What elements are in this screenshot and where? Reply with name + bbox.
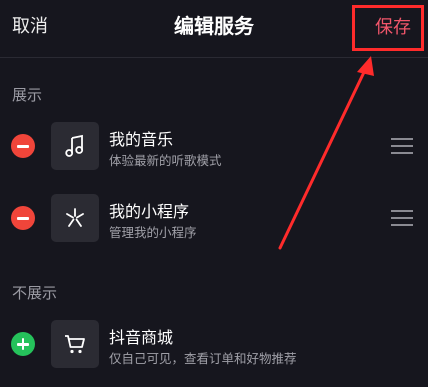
section-label-hidden: 不展示 [12,284,58,302]
item-subtitle: 体验最新的听歌模式 [109,153,222,168]
drag-handle-icon[interactable] [391,210,413,226]
shopping-cart-icon [51,320,99,368]
item-title: 抖音商城 [109,328,174,347]
page-title: 编辑服务 [174,14,254,38]
list-item-my-music: 我的音乐 体验最新的听歌模式 [0,116,428,176]
item-subtitle: 仅自己可见，查看订单和好物推荐 [109,351,297,366]
section-label-shown: 展示 [12,86,43,104]
header-bar: 取消 编辑服务 保存 [0,0,428,56]
remove-button[interactable] [11,206,35,230]
mini-program-icon [51,194,99,242]
item-title: 我的音乐 [109,130,174,149]
item-title: 我的小程序 [109,202,190,221]
add-button[interactable] [11,332,35,356]
remove-button[interactable] [11,134,35,158]
header-divider [0,57,428,58]
list-item-my-mini-programs: 我的小程序 管理我的小程序 [0,188,428,248]
drag-handle-icon[interactable] [391,138,413,154]
item-subtitle: 管理我的小程序 [109,225,197,240]
music-note-icon [51,122,99,170]
save-button[interactable]: 保存 [375,13,411,39]
list-item-douyin-mall: 抖音商城 仅自己可见，查看订单和好物推荐 [0,314,428,374]
